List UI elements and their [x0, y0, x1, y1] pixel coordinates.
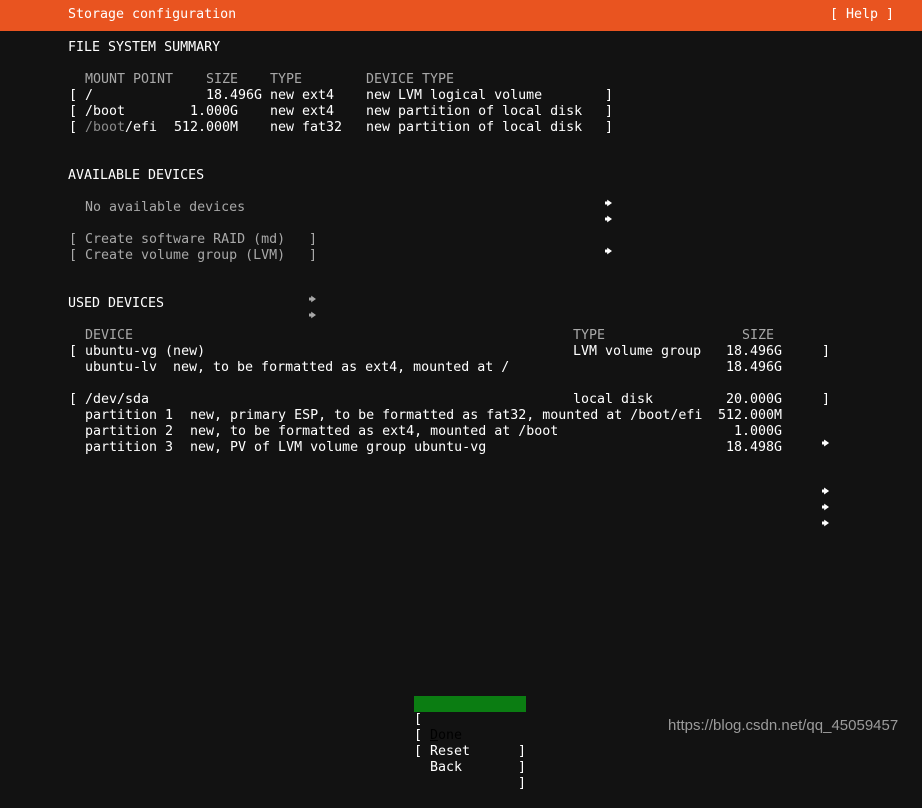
bracket-close: ] [605, 104, 614, 119]
type-value: new fat32 [270, 120, 343, 135]
device-type-value: new LVM logical volume [366, 88, 543, 103]
bracket-close: ] [517, 760, 526, 775]
device-detail: new, PV of LVM volume group ubuntu-vg [190, 440, 487, 455]
mount-point-value: / [85, 88, 94, 103]
bracket-open: [ [69, 392, 78, 407]
watermark: https://blog.csdn.net/qq_45059457 [668, 717, 899, 734]
column-header-device-type: DEVICE TYPE [366, 72, 455, 87]
bracket-close: ] [517, 776, 526, 791]
device-detail: new, to be formatted as ext4, mounted at… [190, 424, 559, 439]
bracket-close: ] [309, 232, 318, 247]
available-devices-heading: AVAILABLE DEVICES [68, 168, 205, 183]
page-title: Storage configuration [68, 7, 237, 22]
device-name: /dev/sda [85, 392, 150, 407]
device-size-value: 20.000G [726, 392, 783, 407]
help-button[interactable]: [ Help ] [830, 7, 894, 23]
column-header-size: SIZE [742, 328, 775, 343]
mount-point-value: /efi [125, 120, 158, 135]
bracket-close: ] [822, 344, 831, 359]
bracket-close: ] [605, 88, 614, 103]
back-button[interactable]: [ Back ] [414, 728, 526, 791]
size-value: 18.496G [206, 88, 263, 103]
type-value: new ext4 [270, 88, 335, 103]
device-name: ubuntu-vg (new) [85, 344, 206, 359]
bracket-close: ] [517, 744, 526, 759]
bracket-open: [ [414, 744, 423, 759]
device-type-value: new partition of local disk [366, 104, 583, 119]
device-type-value: new partition of local disk [366, 120, 583, 135]
device-name: partition 3 [85, 440, 174, 455]
title-bar: Storage configuration [ Help ] [0, 0, 922, 31]
bracket-close: ] [605, 120, 614, 135]
back-button-label: Back [430, 760, 463, 775]
create-software-raid-label: Create software RAID (md) [85, 232, 286, 247]
create-volume-group-button[interactable]: [ Create volume group (LVM) ] [0, 248, 317, 328]
device-detail: new, primary ESP, to be formatted as fat… [190, 408, 703, 423]
mount-point-prefix: /boot [85, 120, 126, 135]
bracket-close: ] [309, 248, 318, 263]
device-name: partition 1 [85, 408, 174, 423]
bracket-open: [ [69, 248, 78, 263]
bracket-open: [ [69, 344, 78, 359]
column-header-type: TYPE [270, 72, 303, 87]
device-size-value: 1.000G [734, 424, 783, 439]
device-size-value: 512.000M [718, 408, 783, 423]
device-type-value: local disk [573, 392, 654, 407]
column-header-size: SIZE [206, 72, 239, 87]
used-devices-heading: USED DEVICES [68, 296, 165, 311]
device-size-value: 18.496G [726, 360, 783, 375]
create-volume-group-label: Create volume group (LVM) [85, 248, 286, 263]
bracket-open: [ [69, 88, 78, 103]
device-name: partition 2 [85, 424, 174, 439]
reset-button[interactable]: [ Reset ] [414, 712, 526, 775]
device-size-value: 18.496G [726, 344, 783, 359]
button-stack: [ Done ] [ Reset ] [ Back ] [414, 696, 526, 791]
type-value: new ext4 [270, 104, 335, 119]
bracket-open: [ [69, 104, 78, 119]
column-header-type: TYPE [573, 328, 606, 343]
column-header-mount-point: MOUNT POINT [85, 72, 174, 87]
size-value: 512.000M [174, 120, 239, 135]
available-devices-empty-message: No available devices [85, 200, 246, 215]
bracket-open: [ [69, 120, 78, 135]
mount-point-value: /boot [85, 104, 126, 119]
done-button[interactable]: [ Done ] [414, 696, 526, 759]
size-value: 1.000G [190, 104, 239, 119]
bracket-open: [ [69, 232, 78, 247]
device-name: ubuntu-lv [85, 360, 158, 375]
device-detail: new, to be formatted as ext4, mounted at… [173, 360, 510, 375]
used-device-child-row[interactable]: partition 3 new, PV of LVM volume group … [0, 440, 830, 527]
device-size-value: 18.498G [726, 440, 783, 455]
bracket-close: ] [822, 392, 831, 407]
column-header-device: DEVICE [85, 328, 134, 343]
device-type-value: LVM volume group [573, 344, 702, 359]
filesystem-summary-heading: FILE SYSTEM SUMMARY [68, 40, 221, 55]
